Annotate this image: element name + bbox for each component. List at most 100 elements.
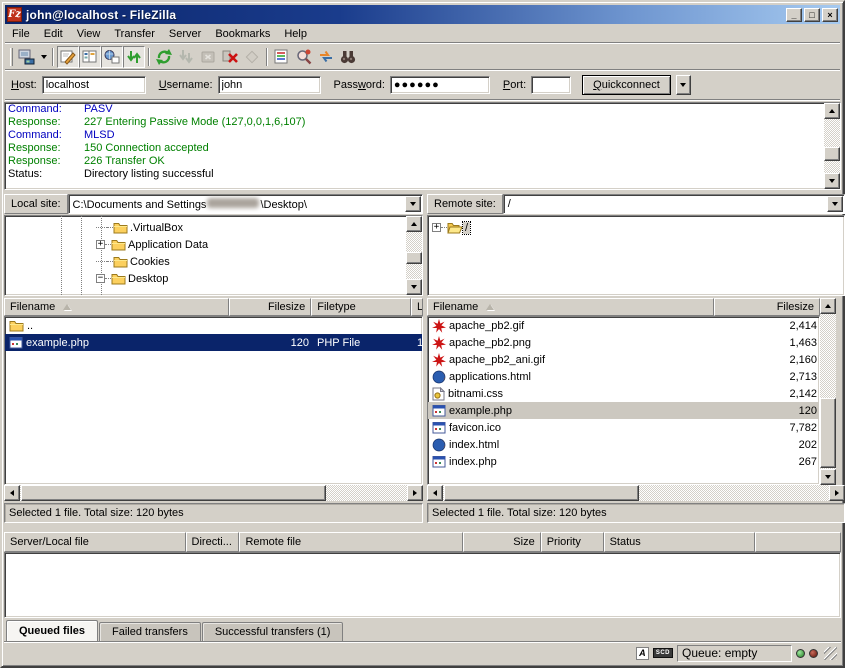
- sync-browse-button[interactable]: [315, 46, 337, 68]
- queue-tab-bar: Queued filesFailed transfersSuccessful t…: [4, 619, 841, 641]
- file-row-favicon.ico[interactable]: favicon.ico7,782: [428, 419, 819, 436]
- password-input[interactable]: [390, 76, 490, 94]
- port-input[interactable]: [531, 76, 571, 94]
- speed-limit-icon[interactable]: SCD: [653, 648, 673, 658]
- scrollbar-thumb[interactable]: [406, 252, 422, 264]
- reconnect-button[interactable]: [241, 46, 263, 68]
- tree-item[interactable]: + Application Data: [5, 236, 422, 253]
- menu-item-view[interactable]: View: [70, 26, 108, 42]
- menu-item-server[interactable]: Server: [162, 26, 208, 42]
- column-header-status[interactable]: Status: [604, 532, 756, 552]
- scrollbar-thumb[interactable]: [21, 485, 326, 501]
- tree-item-label[interactable]: Application Data: [126, 239, 210, 251]
- expand-icon[interactable]: +: [432, 223, 441, 232]
- username-input[interactable]: [218, 76, 321, 94]
- cancel-button[interactable]: [197, 46, 219, 68]
- remote-horizontal-scrollbar[interactable]: [427, 485, 845, 501]
- tab-failed-transfers[interactable]: Failed transfers: [99, 622, 201, 641]
- column-header-directi-[interactable]: Directi...: [186, 532, 240, 552]
- column-header-server-local-file[interactable]: Server/Local file: [4, 532, 186, 552]
- log-message: Directory listing successful: [84, 168, 214, 181]
- toggle-log-button[interactable]: [57, 46, 79, 68]
- file-row-index.html[interactable]: index.html202: [428, 436, 819, 453]
- tree-item[interactable]: − Desktop: [5, 270, 422, 287]
- maximize-button[interactable]: □: [804, 8, 820, 22]
- local-site-combobox[interactable]: C:\Documents and Settings\Desktop\: [68, 194, 423, 214]
- tab-successful-transfers-1[interactable]: Successful transfers (1): [202, 622, 344, 641]
- remote-site-combobox[interactable]: /: [503, 194, 845, 214]
- resize-grip[interactable]: [824, 647, 837, 660]
- scroll-down-button[interactable]: [406, 279, 422, 295]
- column-header-priority[interactable]: Priority: [541, 532, 604, 552]
- host-input[interactable]: [42, 76, 146, 94]
- scroll-left-button[interactable]: [4, 485, 20, 501]
- scroll-up-button[interactable]: [406, 216, 422, 232]
- file-row-example.php[interactable]: example.php120: [428, 402, 819, 419]
- quickconnect-button[interactable]: Quickconnect: [582, 75, 671, 95]
- quickconnect-dropdown-button[interactable]: [676, 75, 691, 95]
- collapse-icon[interactable]: −: [96, 274, 105, 283]
- column-header-size[interactable]: Size: [463, 532, 541, 552]
- menu-item-bookmarks[interactable]: Bookmarks: [208, 26, 277, 42]
- tree-item-label[interactable]: .VirtualBox: [128, 222, 185, 234]
- scroll-up-button[interactable]: [820, 298, 836, 314]
- column-header-filename[interactable]: Filename: [427, 298, 714, 316]
- scrollbar-thumb[interactable]: [824, 147, 840, 161]
- file-row-..[interactable]: ..: [5, 317, 422, 334]
- menu-item-transfer[interactable]: Transfer: [107, 26, 162, 42]
- local-horizontal-scrollbar[interactable]: [4, 485, 423, 501]
- tree-item-label[interactable]: Desktop: [126, 273, 170, 285]
- file-row-apache-pb2.png[interactable]: apache_pb2.png1,463: [428, 334, 819, 351]
- local-tree-vertical-scrollbar[interactable]: [406, 216, 422, 295]
- column-header-blank[interactable]: [755, 532, 841, 552]
- disconnect-button[interactable]: [219, 46, 241, 68]
- scroll-up-button[interactable]: [824, 103, 840, 119]
- column-header-filetype[interactable]: Filetype: [311, 298, 411, 316]
- process-queue-button[interactable]: [175, 46, 197, 68]
- minimize-button[interactable]: _: [786, 8, 802, 22]
- find-button[interactable]: [337, 46, 359, 68]
- refresh-button[interactable]: [153, 46, 175, 68]
- file-row-bitnami.css[interactable]: bitnami.css2,142: [428, 385, 819, 402]
- tree-item[interactable]: .VirtualBox: [5, 219, 422, 236]
- data-type-indicator-icon[interactable]: A: [636, 647, 649, 660]
- scroll-right-button[interactable]: [407, 485, 423, 501]
- file-row-applications.html[interactable]: applications.html2,713: [428, 368, 819, 385]
- expand-icon[interactable]: +: [96, 240, 105, 249]
- site-manager-dropdown-button[interactable]: [38, 46, 49, 68]
- filter-button[interactable]: [271, 46, 293, 68]
- menu-item-file[interactable]: File: [5, 26, 37, 42]
- file-row-apache-pb2-ani.gif[interactable]: apache_pb2_ani.gif2,160: [428, 351, 819, 368]
- compare-button[interactable]: [293, 46, 315, 68]
- scroll-down-button[interactable]: [824, 173, 840, 189]
- tree-item[interactable]: Cookies: [5, 253, 422, 270]
- remote-list-vertical-scrollbar[interactable]: [820, 298, 836, 485]
- close-button[interactable]: ×: [822, 8, 838, 22]
- tab-queued-files[interactable]: Queued files: [6, 620, 98, 641]
- file-row-apache-pb2.gif[interactable]: apache_pb2.gif2,414: [428, 317, 819, 334]
- scrollbar-thumb[interactable]: [820, 398, 836, 468]
- menu-item-edit[interactable]: Edit: [37, 26, 70, 42]
- menu-item-help[interactable]: Help: [277, 26, 314, 42]
- tree-item-label[interactable]: Cookies: [128, 256, 172, 268]
- toggle-queue-button[interactable]: [123, 46, 145, 68]
- local-site-dropdown-button[interactable]: [405, 196, 421, 212]
- scroll-left-button[interactable]: [427, 485, 443, 501]
- column-header-filesize[interactable]: Filesize: [714, 298, 820, 316]
- column-header-filename[interactable]: Filename: [4, 298, 229, 316]
- toggle-local-tree-button[interactable]: [79, 46, 101, 68]
- column-header-l[interactable]: L: [411, 298, 423, 316]
- file-row-example.php[interactable]: example.php120PHP File1: [5, 334, 422, 351]
- scrollbar-thumb[interactable]: [444, 485, 639, 501]
- tree-item[interactable]: +/: [428, 219, 844, 236]
- scroll-right-button[interactable]: [829, 485, 845, 501]
- scroll-down-button[interactable]: [820, 469, 836, 485]
- log-vertical-scrollbar[interactable]: [824, 103, 840, 189]
- column-header-filesize[interactable]: Filesize: [229, 298, 311, 316]
- toggle-remote-tree-button[interactable]: [101, 46, 123, 68]
- file-row-index.php[interactable]: index.php267: [428, 453, 819, 470]
- remote-site-dropdown-button[interactable]: [827, 196, 843, 212]
- tree-item-label[interactable]: /: [463, 222, 470, 234]
- site-manager-button[interactable]: [16, 46, 38, 68]
- column-header-remote-file[interactable]: Remote file: [239, 532, 462, 552]
